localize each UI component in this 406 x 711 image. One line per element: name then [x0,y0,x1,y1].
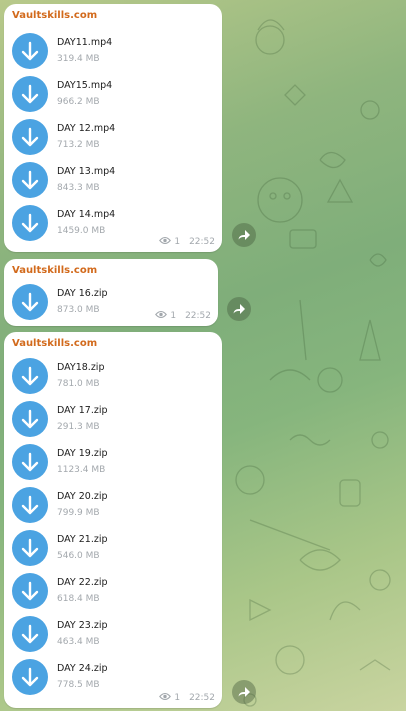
file-size: 873.0 MB [57,305,100,315]
file-item[interactable]: DAY 20.zip 799.9 MB [12,487,212,529]
message-bubble-2: Vaultskills.com DAY 16.zip 873.0 MB 1 22:… [4,259,218,326]
file-item[interactable]: DAY 22.zip 618.4 MB [12,573,212,615]
download-icon[interactable] [12,358,48,394]
message-time: 22:52 [185,311,211,321]
download-icon[interactable] [12,205,48,241]
file-name: DAY 22.zip [57,577,108,588]
download-icon[interactable] [12,616,48,652]
file-name: DAY 12.mp4 [57,123,116,134]
sender-name[interactable]: Vaultskills.com [12,10,97,21]
file-size: 843.3 MB [57,183,100,193]
file-name: DAY 16.zip [57,288,108,299]
file-size: 1123.4 MB [57,465,106,475]
eye-icon [159,692,172,701]
download-icon[interactable] [12,119,48,155]
file-name: DAY 21.zip [57,534,108,545]
file-size: 778.5 MB [57,680,100,690]
eye-icon [155,310,168,319]
share-button[interactable] [227,297,251,321]
share-button[interactable] [232,680,256,704]
share-arrow-icon [238,687,250,697]
sender-name[interactable]: Vaultskills.com [12,338,97,349]
view-count: 1 [170,311,177,321]
file-item[interactable]: DAY 23.zip 463.4 MB [12,616,212,658]
download-icon[interactable] [12,530,48,566]
file-name: DAY 23.zip [57,620,108,631]
download-icon[interactable] [12,162,48,198]
file-size: 799.9 MB [57,508,100,518]
file-size: 966.2 MB [57,97,100,107]
share-button[interactable] [232,223,256,247]
file-name: DAY11.mp4 [57,37,113,48]
file-size: 713.2 MB [57,140,100,150]
download-icon[interactable] [12,401,48,437]
message-meta: 1 22:52 [155,310,211,322]
file-name: DAY18.zip [57,362,105,373]
file-item[interactable]: DAY 19.zip 1123.4 MB [12,444,212,486]
file-item[interactable]: DAY15.mp4 966.2 MB [12,76,212,118]
download-icon[interactable] [12,444,48,480]
sender-name[interactable]: Vaultskills.com [12,265,97,276]
file-size: 319.4 MB [57,54,100,64]
message-meta: 1 22:52 [159,236,215,248]
file-size: 291.3 MB [57,422,100,432]
view-count: 1 [174,237,181,247]
message-bubble-1: Vaultskills.com DAY11.mp4 319.4 MB DAY15… [4,4,222,252]
view-count: 1 [174,693,181,703]
download-icon[interactable] [12,573,48,609]
download-icon[interactable] [12,33,48,69]
file-size: 463.4 MB [57,637,100,647]
download-icon[interactable] [12,76,48,112]
file-item[interactable]: DAY 13.mp4 843.3 MB [12,162,212,204]
message-meta: 1 22:52 [159,692,215,704]
file-item[interactable]: DAY 21.zip 546.0 MB [12,530,212,572]
file-name: DAY15.mp4 [57,80,113,91]
download-icon[interactable] [12,487,48,523]
file-size: 1459.0 MB [57,226,106,236]
share-arrow-icon [238,230,250,240]
file-size: 546.0 MB [57,551,100,561]
download-icon[interactable] [12,284,48,320]
eye-icon [159,236,172,245]
file-name: DAY 19.zip [57,448,108,459]
message-bubble-3: Vaultskills.com DAY18.zip 781.0 MB DAY 1… [4,332,222,708]
file-item[interactable]: DAY18.zip 781.0 MB [12,358,212,400]
message-time: 22:52 [189,237,215,247]
file-name: DAY 14.mp4 [57,209,116,220]
file-size: 618.4 MB [57,594,100,604]
file-size: 781.0 MB [57,379,100,389]
file-name: DAY 13.mp4 [57,166,116,177]
file-item[interactable]: DAY 12.mp4 713.2 MB [12,119,212,161]
file-name: DAY 17.zip [57,405,108,416]
file-item[interactable]: DAY11.mp4 319.4 MB [12,33,212,75]
download-icon[interactable] [12,659,48,695]
file-name: DAY 20.zip [57,491,108,502]
share-arrow-icon [233,304,245,314]
file-item[interactable]: DAY 17.zip 291.3 MB [12,401,212,443]
message-time: 22:52 [189,693,215,703]
file-name: DAY 24.zip [57,663,108,674]
